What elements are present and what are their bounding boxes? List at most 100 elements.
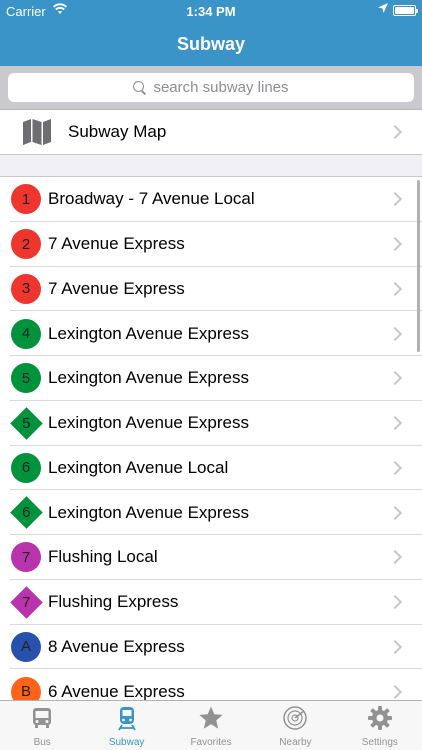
circle-bullet: 5 — [11, 363, 41, 394]
circle-bullet: 4 — [11, 318, 41, 349]
line-bullet-icon: 5 — [9, 406, 43, 440]
chevron-right-icon — [387, 550, 403, 565]
line-bullet-icon: 5 — [11, 363, 41, 394]
status-bar: Carrier 1:34 PM — [0, 0, 422, 22]
chevron-right-icon — [387, 371, 403, 386]
circle-bullet: 7 — [11, 542, 41, 573]
search-input[interactable]: search subway lines — [8, 73, 414, 102]
line-bullet-icon: 7 — [9, 585, 43, 619]
line-name: Flushing Local — [48, 547, 158, 567]
search-bar: search subway lines — [0, 66, 422, 110]
line-code: 7 — [21, 548, 31, 566]
chevron-right-icon — [387, 505, 403, 520]
subway-line-row[interactable]: 6 Lexington Avenue Express — [0, 490, 422, 535]
subway-line-row[interactable]: 2 7 Avenue Express — [0, 222, 422, 267]
line-name: 8 Avenue Express — [48, 636, 185, 656]
chevron-right-icon — [387, 416, 403, 431]
location-arrow-icon — [378, 3, 388, 16]
chevron-right-icon — [387, 237, 403, 252]
line-code: 7 — [21, 593, 31, 611]
bus-icon — [29, 705, 55, 737]
line-name: Lexington Avenue Express — [48, 323, 249, 343]
line-name: Flushing Express — [48, 592, 179, 612]
subway-line-row[interactable]: 5 Lexington Avenue Express — [0, 401, 422, 446]
circle-bullet: 2 — [11, 229, 41, 260]
tab-bar: Bus Subway Favorites Nearby Settings — [0, 700, 422, 750]
line-code: 5 — [21, 369, 31, 387]
subway-line-row[interactable]: 1 Broadway - 7 Avenue Local — [0, 177, 422, 222]
line-name: 6 Avenue Express — [48, 681, 185, 701]
subway-line-row[interactable]: 4 Lexington Avenue Express — [0, 311, 422, 356]
nav-title: Subway — [0, 22, 422, 66]
subway-line-list: 1 Broadway - 7 Avenue Local 2 7 Avenue Expr… — [0, 176, 422, 714]
diamond-bullet: 7 — [9, 585, 43, 619]
subway-line-row[interactable]: 7 Flushing Express — [0, 580, 422, 625]
chevron-right-icon — [387, 326, 403, 341]
subway-line-row[interactable]: 7 Flushing Local — [0, 535, 422, 580]
chevron-right-icon — [387, 460, 403, 475]
diamond-bullet: 5 — [9, 406, 43, 440]
line-bullet-icon: 4 — [11, 318, 41, 349]
tab-label: Nearby — [279, 737, 312, 748]
line-code: 6 — [21, 504, 31, 522]
gear-icon — [367, 705, 393, 737]
line-bullet-icon: 2 — [11, 229, 41, 260]
subway-map-row[interactable]: Subway Map — [0, 110, 422, 155]
line-name: 7 Avenue Express — [48, 234, 185, 254]
subway-line-row[interactable]: 5 Lexington Avenue Express — [0, 356, 422, 401]
subway-line-row[interactable]: 3 7 Avenue Express — [0, 267, 422, 312]
line-name: Lexington Avenue Express — [48, 502, 249, 522]
chevron-right-icon — [387, 684, 403, 699]
line-code: 4 — [21, 325, 31, 343]
tab-favorites[interactable]: Favorites — [169, 701, 253, 750]
chevron-right-icon — [387, 639, 403, 654]
battery-icon — [393, 5, 418, 16]
tab-label: Subway — [108, 737, 145, 748]
line-code: B — [20, 683, 31, 701]
line-bullet-icon: 1 — [11, 184, 41, 215]
tab-label: Bus — [33, 737, 51, 748]
line-name: Lexington Avenue Express — [48, 413, 249, 433]
line-bullet-icon: 7 — [11, 542, 41, 573]
chevron-right-icon — [387, 595, 403, 610]
circle-bullet: 3 — [11, 273, 41, 304]
line-name: 7 Avenue Express — [48, 278, 185, 298]
clock: 1:34 PM — [186, 4, 236, 19]
circle-bullet: 6 — [11, 452, 41, 483]
diamond-bullet: 6 — [9, 496, 43, 529]
line-code: 1 — [21, 190, 31, 208]
line-name: Broadway - 7 Avenue Local — [48, 189, 255, 209]
tab-label: Settings — [361, 737, 398, 748]
chevron-right-icon — [387, 192, 403, 207]
line-name: Lexington Avenue Local — [48, 457, 229, 477]
tab-settings[interactable]: Settings — [338, 701, 422, 750]
radar-icon — [282, 705, 308, 737]
line-code: 6 — [21, 459, 31, 477]
circle-bullet: A — [11, 631, 41, 662]
subway-icon — [114, 705, 140, 737]
line-bullet-icon: 6 — [9, 496, 43, 529]
line-bullet-icon: 3 — [11, 273, 41, 304]
chevron-right-icon — [387, 124, 403, 140]
chevron-right-icon — [387, 281, 403, 296]
map-icon — [23, 119, 51, 145]
line-name: Lexington Avenue Express — [48, 368, 249, 388]
subway-line-row[interactable]: A 8 Avenue Express — [0, 625, 422, 670]
scroll-indicator[interactable] — [417, 180, 420, 352]
tab-label: Favorites — [190, 737, 232, 748]
circle-bullet: 1 — [11, 184, 41, 215]
line-bullet-icon: 6 — [11, 452, 41, 483]
subway-map-label: Subway Map — [68, 122, 167, 141]
line-bullet-icon: A — [11, 631, 41, 662]
line-code: 3 — [21, 280, 31, 298]
search-placeholder: search subway lines — [153, 79, 289, 96]
search-icon — [133, 80, 147, 95]
subway-line-row[interactable]: 6 Lexington Avenue Local — [0, 446, 422, 491]
line-code: 5 — [21, 414, 31, 432]
line-code: 2 — [21, 235, 31, 253]
tab-bus[interactable]: Bus — [0, 701, 84, 750]
star-icon — [198, 705, 224, 737]
tab-nearby[interactable]: Nearby — [253, 701, 337, 750]
tab-subway[interactable]: Subway — [84, 701, 168, 750]
line-code: A — [20, 638, 31, 656]
